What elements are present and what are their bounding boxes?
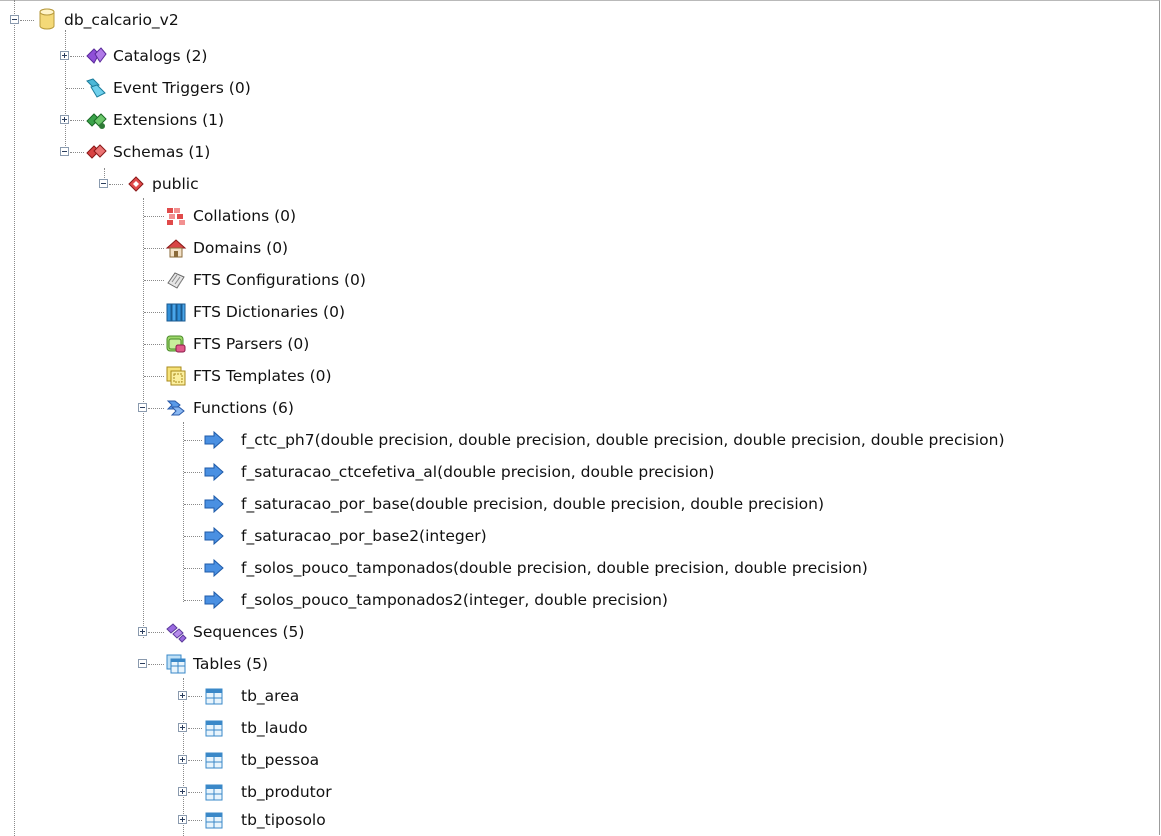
- collapse-toggle[interactable]: [99, 179, 108, 188]
- tree-node-label: f_saturacao_ctcefetiva_al(double precisi…: [241, 463, 715, 481]
- tree-node-label: public: [152, 175, 199, 193]
- table-icon: [205, 784, 223, 801]
- function-icon: [204, 430, 224, 450]
- tree-node-label: Domains (0): [193, 239, 289, 257]
- schema-icon: [128, 176, 144, 192]
- tree-node-label: tb_area: [241, 687, 300, 705]
- fts-dictionaries-icon: [166, 303, 186, 322]
- tree-node-label: db_calcario_v2: [64, 11, 179, 29]
- function-icon: [204, 526, 224, 546]
- tree-node-label: tb_pessoa: [241, 751, 320, 769]
- tree-node-table[interactable]: tb_pessoa: [0, 744, 500, 776]
- collapse-toggle[interactable]: [138, 659, 147, 668]
- tree-node-label: Schemas (1): [113, 143, 211, 161]
- expand-toggle[interactable]: [178, 723, 187, 732]
- expand-toggle[interactable]: [178, 815, 187, 824]
- tree-node-label: FTS Parsers (0): [193, 335, 310, 353]
- tree-node-label: tb_laudo: [241, 719, 308, 737]
- tree-node-label: Catalogs (2): [113, 47, 208, 65]
- tree-node-catalogs[interactable]: Catalogs (2): [0, 40, 400, 72]
- tree-node-label: f_solos_pouco_tamponados(double precisio…: [241, 559, 868, 577]
- tree-node-function[interactable]: f_ctc_ph7(double precision, double preci…: [0, 424, 1150, 456]
- tree-node-table[interactable]: tb_area: [0, 680, 500, 712]
- expand-toggle[interactable]: [178, 755, 187, 764]
- tree-node-function[interactable]: f_saturacao_por_base2(integer): [0, 520, 1150, 552]
- database-icon: [39, 8, 55, 30]
- expand-toggle[interactable]: [60, 115, 69, 124]
- function-icon: [204, 590, 224, 610]
- tree-node-table[interactable]: tb_tiposolo: [0, 804, 500, 836]
- function-icon: [204, 558, 224, 578]
- tree-node-label: Functions (6): [193, 399, 294, 417]
- collapse-toggle[interactable]: [60, 147, 69, 156]
- tree-node-label: Tables (5): [193, 655, 269, 673]
- expand-toggle[interactable]: [178, 691, 187, 700]
- fts-templates-icon: [166, 366, 186, 386]
- fts-parsers-icon: [166, 335, 186, 353]
- tree-node-sequences[interactable]: Sequences (5): [0, 616, 500, 648]
- catalogs-icon: [86, 47, 107, 64]
- tree-node-label: FTS Configurations (0): [193, 271, 366, 289]
- tree-node-domains[interactable]: Domains (0): [0, 232, 400, 264]
- tree-node-label: f_solos_pouco_tamponados2(integer, doubl…: [241, 591, 668, 609]
- table-icon: [205, 812, 223, 829]
- tree-node-tables[interactable]: Tables (5): [0, 648, 500, 680]
- tree-node-fts-dictionaries[interactable]: FTS Dictionaries (0): [0, 296, 500, 328]
- expand-toggle[interactable]: [178, 787, 187, 796]
- tree-node-label: Collations (0): [193, 207, 297, 225]
- tree-node-label: FTS Templates (0): [193, 367, 332, 385]
- tree-node-function[interactable]: f_saturacao_ctcefetiva_al(double precisi…: [0, 456, 1150, 488]
- tree-node-label: tb_tiposolo: [241, 811, 326, 829]
- tree-node-label: FTS Dictionaries (0): [193, 303, 346, 321]
- tree-node-label: f_saturacao_por_base2(integer): [241, 527, 487, 545]
- table-icon: [205, 688, 223, 705]
- collations-icon: [167, 208, 185, 225]
- tree-node-function[interactable]: f_solos_pouco_tamponados2(integer, doubl…: [0, 584, 1150, 616]
- tree-node-label: tb_produtor: [241, 783, 332, 801]
- tree-node-fts-configurations[interactable]: FTS Configurations (0): [0, 264, 500, 296]
- schemas-icon: [86, 144, 107, 159]
- tree-node-event-triggers[interactable]: Event Triggers (0): [0, 72, 400, 104]
- tree-node-label: f_saturacao_por_base(double precision, d…: [241, 495, 825, 513]
- tree-node-label: Extensions (1): [113, 111, 225, 129]
- tree-node-schemas[interactable]: Schemas (1): [0, 136, 400, 168]
- expand-toggle[interactable]: [138, 627, 147, 636]
- collapse-toggle[interactable]: [10, 15, 19, 24]
- tree-node-table[interactable]: tb_laudo: [0, 712, 500, 744]
- function-icon: [204, 494, 224, 514]
- tree-node-label: Event Triggers (0): [113, 79, 251, 97]
- table-icon: [205, 752, 223, 769]
- tree-node-functions[interactable]: Functions (6): [0, 392, 500, 424]
- function-icon: [204, 462, 224, 482]
- tree-node-database[interactable]: db_calcario_v2: [0, 4, 1100, 36]
- tree-node-function[interactable]: f_solos_pouco_tamponados(double precisio…: [0, 552, 1150, 584]
- event-triggers-icon: [86, 78, 106, 98]
- expand-toggle[interactable]: [60, 51, 69, 60]
- tree-node-fts-parsers[interactable]: FTS Parsers (0): [0, 328, 500, 360]
- tree-node-label: f_ctc_ph7(double precision, double preci…: [241, 431, 1005, 449]
- tree-node-schema-public[interactable]: public: [0, 168, 400, 200]
- functions-icon: [166, 400, 185, 416]
- tree-node-label: Sequences (5): [193, 623, 305, 641]
- extensions-icon: [86, 113, 107, 129]
- tree-node-extensions[interactable]: Extensions (1): [0, 104, 400, 136]
- tree-node-fts-templates[interactable]: FTS Templates (0): [0, 360, 500, 392]
- tables-icon: [166, 654, 186, 674]
- tree-node-collations[interactable]: Collations (0): [0, 200, 400, 232]
- table-icon: [205, 720, 223, 737]
- sequences-icon: [166, 623, 187, 643]
- tree-node-function[interactable]: f_saturacao_por_base(double precision, d…: [0, 488, 1150, 520]
- domains-icon: [165, 239, 187, 258]
- fts-configurations-icon: [167, 272, 185, 289]
- collapse-toggle[interactable]: [138, 403, 147, 412]
